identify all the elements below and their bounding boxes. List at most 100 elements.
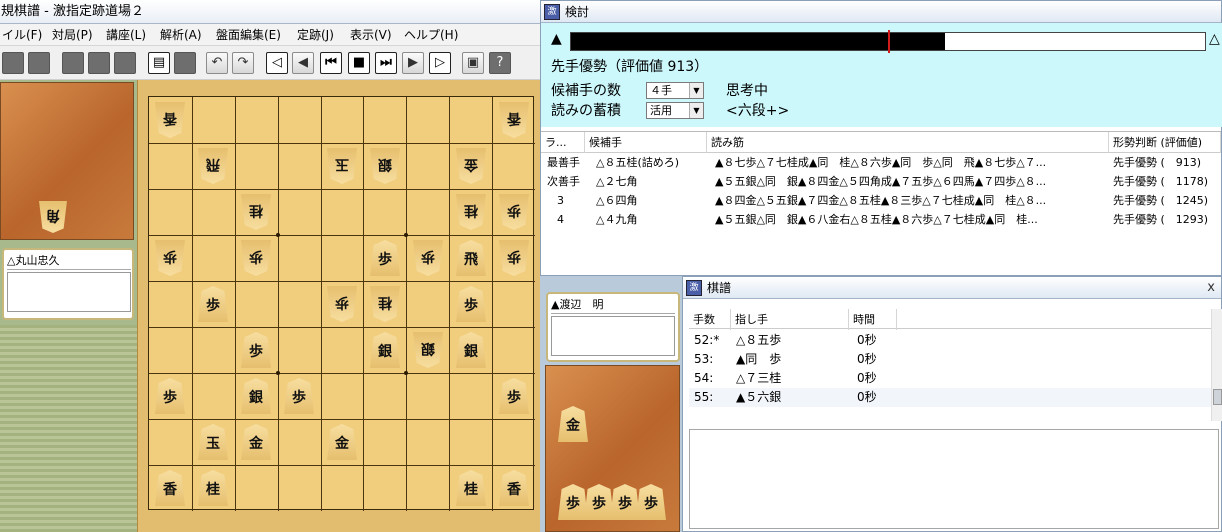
shogi-piece[interactable]: 歩 [499, 378, 529, 414]
kifu-scrollbar[interactable] [1211, 309, 1222, 421]
kifu-time: 0秒 [857, 333, 877, 347]
shogi-piece[interactable]: 歩 [499, 240, 529, 276]
shogi-piece[interactable]: 歩 [198, 286, 228, 322]
edit-icon[interactable] [114, 52, 136, 74]
shogi-piece[interactable]: 玉 [327, 148, 357, 184]
shogi-piece[interactable]: 金 [456, 148, 486, 184]
gote-hand-piece[interactable]: 角 [39, 201, 67, 233]
back-icon[interactable]: ↷ [232, 52, 254, 74]
next-icon[interactable]: ⏭ [375, 52, 397, 74]
shogi-piece[interactable]: 歩 [241, 240, 271, 276]
shogi-piece[interactable]: 金 [241, 424, 271, 460]
scrollbar-thumb[interactable] [1213, 389, 1222, 405]
kifu-row[interactable]: 52:* △８五歩 0秒 [689, 331, 1211, 350]
sente-hand-piece[interactable]: 金 [558, 406, 588, 442]
shogi-piece[interactable]: 玉 [198, 424, 228, 460]
shogi-board[interactable]: 香香飛玉銀金桂桂歩歩歩歩歩飛歩歩歩桂歩歩銀銀銀歩銀歩歩玉金金香桂桂香 [148, 96, 535, 511]
shogi-piece[interactable]: 香 [155, 102, 185, 138]
redo-icon[interactable]: ↶ [206, 52, 228, 74]
column-header-eval[interactable]: 形勢判断 (評価値) [1109, 132, 1221, 153]
shogi-piece[interactable]: 歩 [456, 286, 486, 322]
candidate-row[interactable]: 4 △４九角 ▲５五銀△同 銀▲６八金右△８五桂▲８六歩△７七桂成▲同 桂...… [541, 210, 1221, 229]
shogi-piece[interactable]: 銀 [456, 332, 486, 368]
stop-icon[interactable]: ⏮ [320, 52, 342, 74]
candidate-move: △８五桂(詰めろ) [596, 156, 680, 169]
board-grid-line [149, 189, 535, 190]
sente-hand-piece[interactable]: 歩 [610, 484, 640, 520]
shogi-piece[interactable]: 香 [155, 470, 185, 506]
shogi-piece[interactable]: 歩 [413, 240, 443, 276]
kifu-comment-box[interactable] [689, 429, 1219, 529]
candidate-table-header: ラ... 候補手 読み筋 形勢判断 (評価値) [541, 131, 1221, 153]
shogi-piece[interactable]: 桂 [198, 470, 228, 506]
shogi-piece[interactable]: 銀 [370, 332, 400, 368]
menu-game[interactable]: 対局(P) [52, 27, 93, 43]
shogi-piece[interactable]: 桂 [241, 194, 271, 230]
column-header-time[interactable]: 時間 [849, 309, 897, 330]
engine-rank: <六段+> [726, 103, 790, 119]
menu-lecture[interactable]: 講座(L) [106, 27, 146, 43]
column-header-rank[interactable]: ラ... [541, 132, 585, 153]
shogi-piece[interactable]: 銀 [241, 378, 271, 414]
save-icon[interactable] [62, 52, 84, 74]
shogi-piece[interactable]: 歩 [499, 194, 529, 230]
shogi-piece[interactable]: 金 [327, 424, 357, 460]
column-header-line[interactable]: 読み筋 [707, 132, 1109, 153]
kifu-row[interactable]: 53: ▲同 歩 0秒 [689, 350, 1211, 369]
shogi-piece[interactable]: 歩 [155, 378, 185, 414]
shogi-piece[interactable]: 歩 [241, 332, 271, 368]
column-header-move-number[interactable]: 手数 [689, 309, 731, 330]
sente-hand-piece[interactable]: 歩 [636, 484, 666, 520]
prev-icon[interactable]: ◁ [266, 52, 288, 74]
menu-board-edit[interactable]: 盤面編集(E) [216, 27, 281, 43]
accumulate-select[interactable]: 活用 ▼ [646, 102, 704, 119]
menu-help[interactable]: ヘルプ(H) [404, 27, 458, 43]
menu-view[interactable]: 表示(V) [350, 27, 392, 43]
kifu-move: ▲同 歩 [736, 352, 782, 366]
print-icon[interactable] [88, 52, 110, 74]
shogi-piece[interactable]: 飛 [198, 148, 228, 184]
column-header-move[interactable]: 候補手 [585, 132, 707, 153]
candidate-row[interactable]: 次善手 △２七角 ▲５五銀△同 銀▲８四金△５四角成▲７五歩△６四馬▲７四歩△８… [541, 172, 1221, 191]
shogi-piece[interactable]: 歩 [284, 378, 314, 414]
kifu-title-bar: 激 棋譜 x [683, 277, 1221, 299]
sente-hand-piece[interactable]: 歩 [558, 484, 588, 520]
kifu-row-selected[interactable]: 55: ▲５六銀 0秒 [689, 388, 1211, 407]
help-icon[interactable]: ? [489, 52, 511, 74]
kifu-row[interactable]: 54: △７三桂 0秒 [689, 369, 1211, 388]
board-icon[interactable]: ▤ [148, 52, 170, 74]
chevron-down-icon[interactable]: ▼ [689, 83, 703, 98]
last-icon[interactable]: ■ [348, 52, 370, 74]
shogi-piece[interactable]: 銀 [413, 332, 443, 368]
shogi-piece[interactable]: 歩 [155, 240, 185, 276]
board-grid-line [278, 97, 279, 511]
shogi-piece[interactable]: 飛 [456, 240, 486, 276]
kifu-time: 0秒 [857, 371, 877, 385]
forward-all-icon[interactable]: ▷ [429, 52, 451, 74]
open-icon[interactable] [28, 52, 50, 74]
menu-file[interactable]: イル(F) [2, 27, 42, 43]
candidates-select[interactable]: ４手 ▼ [646, 82, 704, 99]
menu-analysis[interactable]: 解析(A) [160, 27, 202, 43]
candidate-row[interactable]: 3 △６四角 ▲８四金△５五銀▲７四金△８五桂▲８三歩△７七桂成▲同 桂△８..… [541, 191, 1221, 210]
candidate-row[interactable]: 最善手 △８五桂(詰めろ) ▲８七歩△７七桂成▲同 桂△８六歩▲同 歩△同 飛▲… [541, 153, 1221, 172]
chevron-down-icon[interactable]: ▼ [689, 103, 703, 118]
undo-icon[interactable] [174, 52, 196, 74]
shogi-piece[interactable]: 香 [499, 470, 529, 506]
menu-joseki[interactable]: 定跡(J) [297, 27, 334, 43]
close-icon[interactable]: x [1207, 280, 1215, 295]
shogi-piece[interactable]: 桂 [456, 470, 486, 506]
shogi-piece[interactable]: 歩 [327, 286, 357, 322]
first-icon[interactable]: ◀ [292, 52, 314, 74]
shogi-piece[interactable]: 桂 [456, 194, 486, 230]
shogi-piece[interactable]: 歩 [370, 240, 400, 276]
forward-icon[interactable]: ▶ [402, 52, 424, 74]
sente-hand-piece[interactable]: 歩 [584, 484, 614, 520]
shogi-piece[interactable]: 銀 [370, 148, 400, 184]
shogi-piece[interactable]: 香 [499, 102, 529, 138]
shogi-piece[interactable]: 桂 [370, 286, 400, 322]
column-header-move[interactable]: 指し手 [731, 309, 849, 330]
monitor-icon[interactable]: ▣ [462, 52, 484, 74]
app-icon: 激 [686, 280, 702, 296]
new-icon[interactable] [2, 52, 24, 74]
